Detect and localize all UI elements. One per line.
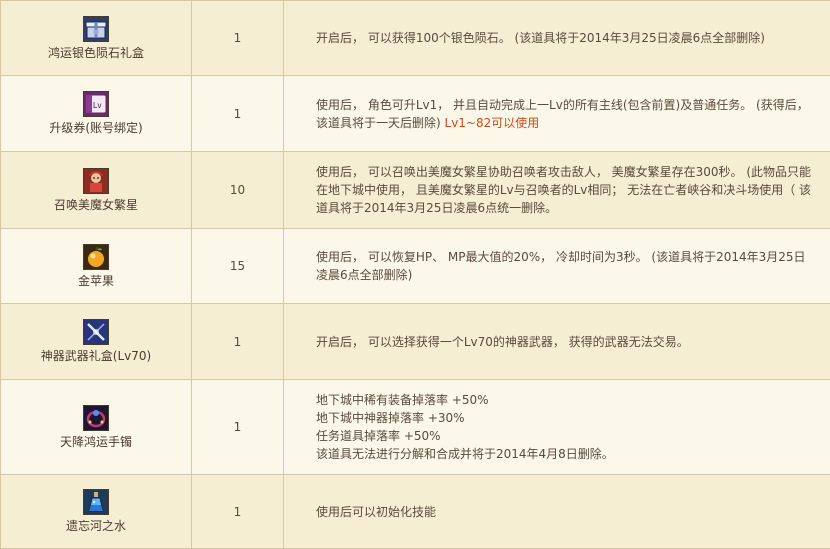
item-description: 地下城中稀有装备掉落率 +50% 地下城中神器掉落率 +30% 任务道具掉落率 … [284,380,830,475]
item-description-text: 使用后， 角色可升Lv1， 并且自动完成上一Lv的所有主线(包含前置)及普通任务… [316,98,809,130]
item-quantity: 1 [192,76,284,152]
level-range-note: Lv1~82可以使用 [441,116,540,130]
bonus-line: 地下城中稀有装备掉落率 +50% [316,391,812,409]
weapon-box-icon [83,319,109,345]
item-cell: 遗忘河之水 [1,475,192,549]
golden-apple-icon [83,244,109,270]
potion-bottle-icon [83,489,109,515]
bonus-line: 该道具无法进行分解和合成并将于2014年4月8日删除。 [316,445,812,463]
item-quantity: 1 [192,380,284,475]
table-row: 召唤美魔女繁星 10 使用后， 可以召唤出美魔女繁星协助召唤者攻击敌人， 美魔女… [1,152,830,229]
item-description: 使用后， 可以召唤出美魔女繁星协助召唤者攻击敌人， 美魔女繁星存在300秒。 (… [284,152,830,229]
item-cell: Lv 升级券(账号绑定) [1,76,192,152]
item-cell: 金苹果 [1,229,192,304]
table-row: 神器武器礼盒(Lv70) 1 开启后， 可以选择获得一个Lv70的神器武器， 获… [1,304,830,380]
item-description: 使用后可以初始化技能 [284,475,830,549]
item-name: 神器武器礼盒(Lv70) [1,348,191,364]
item-name: 召唤美魔女繁星 [1,197,191,213]
item-name: 升级券(账号绑定) [1,120,191,136]
table-row: 金苹果 15 使用后， 可以恢复HP、 MP最大值的20%， 冷却时间为3秒。 … [1,229,830,304]
table-row: 鸿运银色陨石礼盒 1 开启后， 可以获得100个银色陨石。 (该道具将于2014… [1,1,830,76]
table-row: 遗忘河之水 1 使用后可以初始化技能 [1,475,830,549]
item-cell: 天降鸿运手镯 [1,380,192,475]
item-description: 使用后， 可以恢复HP、 MP最大值的20%， 冷却时间为3秒。 (该道具将于2… [284,229,830,304]
item-cell: 召唤美魔女繁星 [1,152,192,229]
item-description: 使用后， 角色可升Lv1， 并且自动完成上一Lv的所有主线(包含前置)及普通任务… [284,76,830,152]
item-name: 金苹果 [1,273,191,289]
item-name: 鸿运银色陨石礼盒 [1,45,191,61]
item-quantity: 1 [192,1,284,76]
item-description: 开启后， 可以获得100个银色陨石。 (该道具将于2014年3月25日凌晨6点全… [284,1,830,76]
item-table: 鸿运银色陨石礼盒 1 开启后， 可以获得100个银色陨石。 (该道具将于2014… [0,0,830,549]
item-cell: 鸿运银色陨石礼盒 [1,1,192,76]
item-quantity: 15 [192,229,284,304]
bracelet-icon [83,405,109,431]
table-row: Lv 升级券(账号绑定) 1 使用后， 角色可升Lv1， 并且自动完成上一Lv的… [1,76,830,152]
item-quantity: 10 [192,152,284,229]
level-ticket-icon: Lv [83,91,109,117]
item-quantity: 1 [192,304,284,380]
item-description: 开启后， 可以选择获得一个Lv70的神器武器， 获得的武器无法交易。 [284,304,830,380]
level-ticket-label: Lv [93,101,101,110]
item-name: 遗忘河之水 [1,518,191,534]
item-quantity: 1 [192,475,284,549]
bonus-line: 地下城中神器掉落率 +30% [316,409,812,427]
bonus-line: 任务道具掉落率 +50% [316,427,812,445]
item-cell: 神器武器礼盒(Lv70) [1,304,192,380]
summon-character-icon [83,168,109,194]
gift-box-icon [83,16,109,42]
table-row: 天降鸿运手镯 1 地下城中稀有装备掉落率 +50% 地下城中神器掉落率 +30%… [1,380,830,475]
item-name: 天降鸿运手镯 [1,434,191,450]
